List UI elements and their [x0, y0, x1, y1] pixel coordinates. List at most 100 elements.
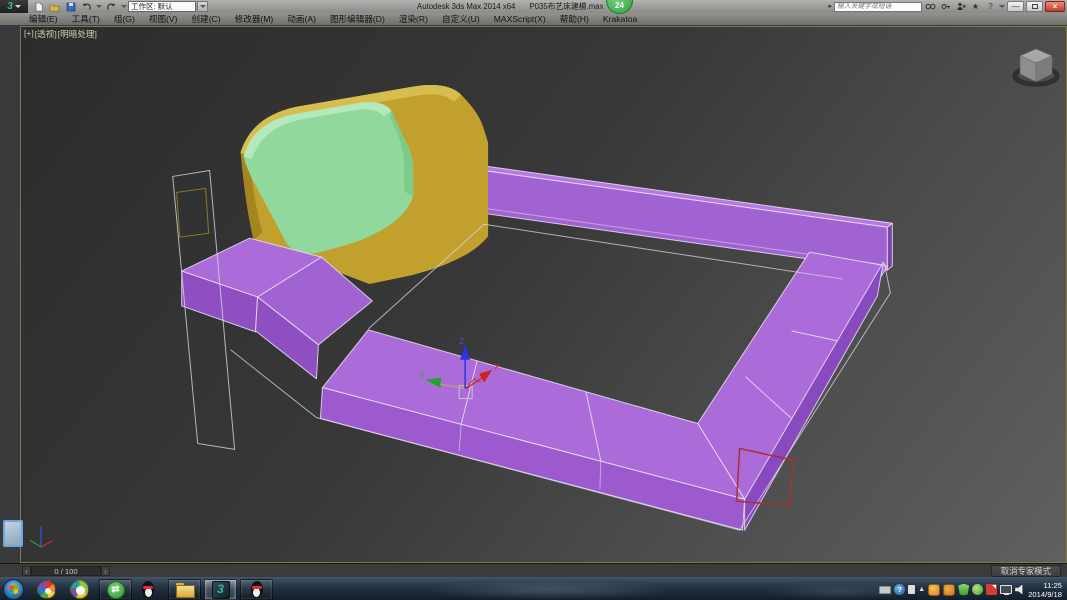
- tray-clock[interactable]: 11:25 2014/9/18: [1028, 581, 1065, 599]
- tray-overflow-arrow-icon[interactable]: ▲: [918, 585, 925, 594]
- quick-access-toolbar: [32, 1, 143, 12]
- taskbar-app-ring[interactable]: [68, 579, 91, 600]
- license-key-button[interactable]: [939, 1, 952, 12]
- qq-penguin-icon: [249, 580, 264, 599]
- user-icon: [957, 2, 962, 7]
- redo-button[interactable]: [105, 1, 118, 12]
- minimize-icon: —: [1011, 2, 1020, 11]
- menu-create[interactable]: 创建(C): [185, 13, 228, 26]
- binoculars-icon: [925, 3, 931, 10]
- help-dropdown-caret[interactable]: [999, 5, 1005, 8]
- key-icon: [941, 4, 946, 9]
- titlebar-right-cluster: ▸ ★ ? — ×: [828, 1, 1065, 12]
- redo-dropdown-caret[interactable]: [121, 5, 127, 8]
- taskbar-app-qq[interactable]: [138, 579, 158, 600]
- green-tray-icon[interactable]: [972, 584, 984, 595]
- taskbar-app-explorer[interactable]: [168, 579, 201, 600]
- menu-modifiers[interactable]: 修改器(M): [228, 13, 281, 26]
- application-menu-button[interactable]: 3: [0, 0, 28, 13]
- next-frame-button[interactable]: ›: [101, 566, 110, 576]
- app-title-text: Autodesk 3ds Max 2014 x64: [417, 2, 516, 11]
- gizmo-z-axis[interactable]: [460, 344, 471, 360]
- open-file-button[interactable]: [48, 1, 61, 12]
- new-file-button[interactable]: [32, 1, 45, 12]
- minimize-button[interactable]: —: [1007, 1, 1024, 12]
- workspace-dropdown-button[interactable]: [197, 1, 208, 12]
- star-icon: ★: [971, 2, 980, 11]
- status-bar: ‹ 0 / 100 › 取消专家模式: [0, 563, 1067, 577]
- close-icon: ×: [1052, 2, 1058, 11]
- close-button[interactable]: ×: [1045, 1, 1065, 12]
- menu-views[interactable]: 视图(V): [142, 13, 185, 26]
- taskbar-app-qq-2[interactable]: [240, 579, 273, 600]
- frame-counter[interactable]: 0 / 100: [31, 566, 101, 576]
- menu-rendering[interactable]: 渲染(R): [392, 13, 435, 26]
- restore-icon: [1031, 4, 1038, 9]
- 3d-scene: Z X Y: [29, 48, 1060, 548]
- sogou-tray-icon-2[interactable]: [943, 583, 956, 596]
- previous-frame-button[interactable]: ‹: [22, 566, 31, 576]
- menu-help[interactable]: 帮助(H): [553, 13, 596, 26]
- menu-customize[interactable]: 自定义(U): [435, 13, 487, 26]
- menu-group[interactable]: 组(G): [107, 13, 142, 26]
- sogou-tray-icon[interactable]: [928, 583, 941, 596]
- viewport-general-menu[interactable]: [+]: [24, 28, 34, 40]
- time-slider: ‹ 0 / 100 ›: [22, 566, 110, 576]
- badge-count: 24: [615, 1, 624, 10]
- favorites-button[interactable]: ★: [969, 1, 982, 12]
- viewport-shading-menu[interactable]: [明暗处理]: [58, 28, 97, 40]
- pinwheel-app-icon: [37, 580, 56, 599]
- keyboard-layout-icon[interactable]: [879, 585, 892, 594]
- help-button[interactable]: ?: [984, 1, 997, 12]
- menu-bar: 编辑(E) 工具(T) 组(G) 视图(V) 创建(C) 修改器(M) 动画(A…: [0, 13, 1067, 26]
- menu-maxscript[interactable]: MAXScript(X): [487, 13, 553, 26]
- overlay-badge[interactable]: 24: [606, 0, 633, 14]
- viewport-pov-menu[interactable]: [透视]: [35, 28, 57, 40]
- undo-button[interactable]: [80, 1, 93, 12]
- viewport-layout-tab[interactable]: [3, 520, 23, 547]
- menu-tools[interactable]: 工具(T): [65, 13, 107, 26]
- menu-animation[interactable]: 动画(A): [280, 13, 323, 26]
- workspace-selector[interactable]: 工作区: 默认: [128, 1, 196, 12]
- spline-rectangle-olive[interactable]: [176, 187, 210, 238]
- menu-graph-editors[interactable]: 图形编辑器(D): [323, 13, 392, 26]
- security-shield-icon[interactable]: [958, 583, 970, 596]
- viewcube[interactable]: [1012, 48, 1060, 87]
- red-tray-icon[interactable]: [986, 584, 998, 595]
- help-search-input[interactable]: [834, 1, 922, 12]
- volume-icon[interactable]: [1015, 584, 1023, 595]
- menu-krakatoa[interactable]: Krakatoa: [596, 13, 644, 26]
- clock-time: 11:25: [1043, 580, 1062, 590]
- cancel-expert-mode-button[interactable]: 取消专家模式: [990, 565, 1061, 577]
- search-flyout-arrow-icon[interactable]: ▸: [828, 2, 832, 12]
- 3dsmax-window: 3 工作区: 默认 Autodesk 3ds Max 2014 x64 P035…: [0, 0, 1067, 600]
- taskbar-app-pinwheel[interactable]: [35, 579, 58, 600]
- restore-button[interactable]: [1026, 1, 1043, 12]
- taskbar-app-updater[interactable]: ⇄: [99, 579, 132, 600]
- tray-misc-icon[interactable]: [908, 585, 916, 594]
- tray-help-icon[interactable]: ?: [894, 584, 906, 595]
- start-button[interactable]: [3, 579, 24, 600]
- clock-date: 2014/9/18: [1028, 589, 1062, 599]
- undo-dropdown-caret[interactable]: [96, 5, 102, 8]
- updater-app-icon: ⇄: [106, 580, 125, 599]
- chevron-down-icon: [14, 5, 21, 8]
- bed-frame[interactable]: [181, 237, 888, 531]
- search-button[interactable]: [924, 1, 937, 12]
- network-icon[interactable]: [1000, 585, 1013, 595]
- window-title: Autodesk 3ds Max 2014 x64 P035布艺床建模.max: [417, 0, 603, 13]
- title-bar: 3 工作区: 默认 Autodesk 3ds Max 2014 x64 P035…: [0, 0, 1067, 14]
- system-tray: ? ▲ 11:25 2014/9/18: [879, 578, 1065, 600]
- sign-in-button[interactable]: [954, 1, 967, 12]
- 3dsmax-logo-icon: 3: [7, 1, 13, 12]
- axis-z-label: Z: [459, 337, 464, 346]
- perspective-viewport[interactable]: [+] [透视] [明暗处理] Z X Y: [20, 26, 1067, 563]
- taskbar-app-3dsmax[interactable]: 3: [204, 579, 237, 600]
- qq-penguin-icon: [141, 580, 156, 599]
- save-button[interactable]: [64, 1, 77, 12]
- windows-taskbar: ⇄ 3 ? ▲ 11:25 2014/9/18: [0, 577, 1067, 600]
- help-icon: ?: [988, 2, 993, 11]
- menu-edit[interactable]: 编辑(E): [22, 13, 65, 26]
- explorer-folder-icon: [176, 583, 195, 598]
- open-folder-icon: [49, 4, 60, 11]
